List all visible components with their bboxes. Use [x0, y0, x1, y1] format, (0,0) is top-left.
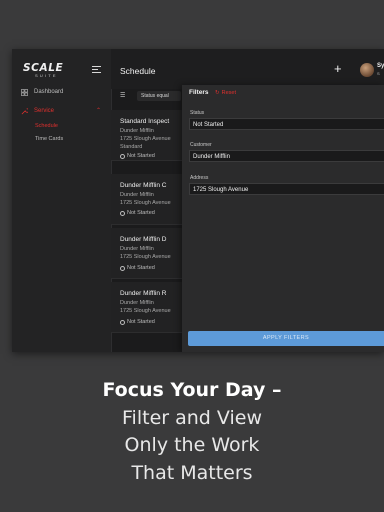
caption-line-2: Filter and View [122, 406, 262, 429]
card-title: Dunder Mifflin R [120, 290, 167, 297]
sidebar-item-dashboard[interactable]: Dashboard [12, 85, 111, 99]
add-icon[interactable]: + [334, 61, 342, 76]
card-address: 1725 Slough Avenue [120, 254, 171, 260]
status-text: Not Started [127, 210, 155, 216]
scale-suite-logo: SCALE SUITE [23, 63, 71, 79]
customer-label: Customer [190, 142, 212, 148]
list-item[interactable]: Standard Inspect Dunder Mifflin 1725 Slo… [111, 110, 186, 161]
card-type: Standard [120, 144, 143, 150]
avatar[interactable] [360, 63, 374, 77]
filter-icon[interactable]: ☰ [120, 92, 125, 99]
clock-icon [120, 319, 125, 325]
grid-icon [21, 88, 28, 96]
card-title: Dunder Mifflin D [120, 236, 167, 243]
caption-line-1: Focus Your Day – [102, 379, 282, 401]
status-text: Not Started [127, 265, 155, 271]
promo-caption: Focus Your Day – Filter and View Only th… [0, 377, 384, 487]
card-customer: Dunder Mifflin [120, 246, 154, 252]
card-address: 1725 Slough Avenue [120, 200, 171, 206]
sidebar-item-service[interactable]: Service ⌃ [12, 104, 111, 118]
address-field[interactable]: 1725 Slough Avenue [189, 183, 384, 195]
filters-title: Filters [189, 89, 209, 96]
wrench-icon [21, 107, 28, 114]
card-address: 1725 Slough Avenue [120, 136, 171, 142]
card-title: Standard Inspect [120, 118, 170, 125]
sidebar-subitem-time-cards[interactable]: Time Cards [35, 136, 63, 142]
customer-field[interactable]: Dunder Mifflin [189, 150, 384, 162]
menu-icon[interactable] [92, 66, 101, 74]
clock-icon [120, 153, 125, 159]
card-customer: Dunder Mifflin [120, 128, 154, 134]
address-label: Address [190, 175, 209, 181]
caption-line-3: Only the Work [124, 434, 260, 456]
list-toolbar: ☰ Status equal [111, 89, 191, 103]
chevron-up-icon: ⌃ [95, 108, 101, 114]
list-item[interactable]: Dunder Mifflin D Dunder Mifflin 1725 Slo… [111, 228, 186, 279]
user-name: Sy [377, 63, 384, 69]
status-field[interactable]: Not Started [189, 118, 384, 130]
list-item[interactable]: Dunder Mifflin C Dunder Mifflin 1725 Slo… [111, 174, 186, 225]
status-label: Status [190, 110, 205, 116]
clock-icon [120, 210, 125, 216]
list-item[interactable]: Dunder Mifflin R Dunder Mifflin 1725 Slo… [111, 282, 186, 333]
clock-icon [120, 265, 125, 271]
reset-button[interactable]: ↻ Reset [215, 90, 236, 96]
card-customer: Dunder Mifflin [120, 192, 154, 198]
card-customer: Dunder Mifflin [120, 300, 154, 306]
card-status: Not Started [120, 319, 155, 325]
status-text: Not Started [127, 153, 155, 159]
status-text: Not Started [127, 319, 155, 325]
sidebar-subitem-schedule[interactable]: Schedule [35, 123, 58, 129]
logo-sub-text: SUITE [35, 73, 58, 78]
filters-panel: Filters ↻ Reset Status Not Started Custom… [182, 85, 384, 352]
sidebar-item-label: Dashboard [34, 89, 64, 95]
apply-filters-button[interactable]: APPLY FILTERS [188, 331, 384, 346]
page-title: Schedule [120, 66, 156, 76]
card-status: Not Started [120, 210, 155, 216]
caption-line-4: That Matters [131, 461, 253, 484]
sidebar-item-label: Service [34, 108, 55, 114]
logo-main-text: SCALE [23, 62, 64, 74]
card-title: Dunder Mifflin C [120, 182, 167, 189]
card-status: Not Started [120, 265, 155, 271]
reset-label: Reset [221, 90, 236, 96]
card-status: Not Started [120, 153, 155, 159]
user-subtitle: S [377, 71, 380, 76]
reset-icon: ↻ [215, 90, 220, 96]
sidebar: SCALE SUITE Dashboard Service ⌃ Schedule… [12, 49, 112, 352]
app-header: Schedule + Sy S [111, 49, 384, 89]
card-address: 1725 Slough Avenue [120, 308, 171, 314]
device-screen: SCALE SUITE Dashboard Service ⌃ Schedule… [12, 49, 384, 352]
filter-chip[interactable]: Status equal [137, 91, 181, 101]
